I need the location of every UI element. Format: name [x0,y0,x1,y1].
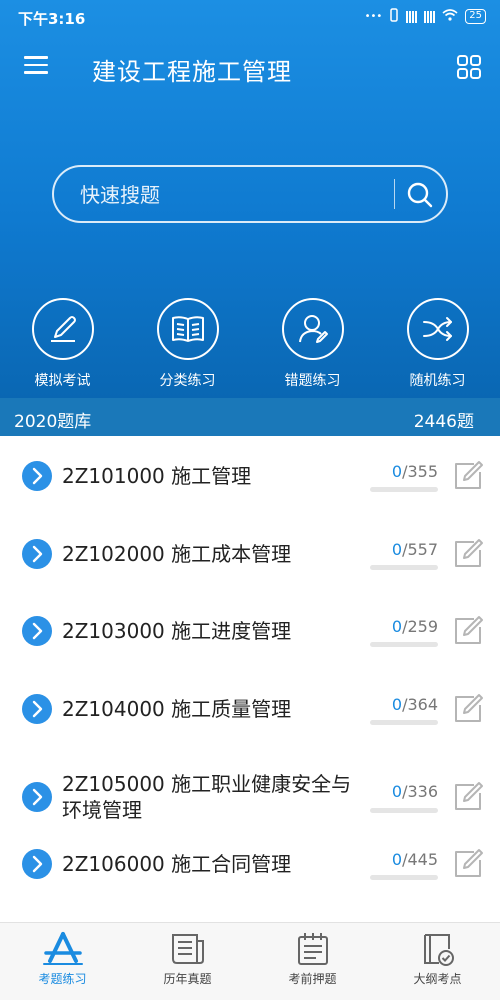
list-item[interactable]: 2Z104000 施工质量管理 0/364 [0,669,500,747]
progress-bar [370,564,438,570]
tab-label: 历年真题 [163,972,212,986]
status-time: 下午3:16 [18,10,86,28]
chapter-progress: 0/259 [370,617,438,636]
tab-label: 大纲考点 [413,972,462,986]
dots-icon: ••• [364,11,383,22]
menu-icon[interactable] [24,56,48,76]
quick-label: 分类练习 [159,373,216,389]
quick-label: 随机练习 [409,373,466,389]
total-count: /364 [402,694,438,714]
arrow-right-icon [22,693,52,724]
status-bar: 下午3:16 ••• 25 [0,0,500,36]
chapter-title: 2Z103000 施工进度管理 [62,619,292,643]
arrow-right-icon [22,616,52,646]
shuffle-icon [406,298,469,360]
edit-icon[interactable] [452,538,484,570]
chapter-progress: 0/364 [370,695,438,714]
chapter-title: 2Z101000 施工管理 [62,464,252,488]
tab-predicted-questions[interactable]: 考前押题 [250,923,375,1000]
vibrate-icon [389,8,399,25]
pencil-icon [31,298,94,360]
quick-wrong-practice[interactable]: 错题练习 [250,298,375,390]
done-count: 0 [391,617,403,636]
done-count: 0 [391,782,403,801]
outline-check-icon [423,934,454,966]
notepad-icon [297,933,328,965]
search-box [52,165,448,223]
question-bank-name: 2020题库 [14,412,92,432]
search-input[interactable] [80,182,370,208]
chapter-list: 2Z101000 施工管理 0/355 2Z102000 施工成本管理 0/55… [0,436,500,901]
progress-bar [370,719,438,725]
total-count: /336 [402,782,438,801]
quick-label: 错题练习 [284,373,341,389]
total-count: /355 [402,462,438,481]
total-count: /557 [402,539,438,559]
question-bank-count: 2446题 [413,412,474,432]
done-count: 0 [391,694,403,714]
chapter-progress: 0/557 [370,540,438,559]
quick-label: 模拟考试 [34,373,91,389]
grid-icon[interactable] [456,54,482,80]
done-count: 0 [391,462,403,481]
tab-outline-points[interactable]: 大纲考点 [375,923,500,1000]
list-item[interactable]: 2Z105000 施工职业健康安全与环境管理 0/336 [0,746,500,824]
signal-icon [406,10,418,23]
page-title: 建设工程施工管理 [92,58,292,86]
list-item[interactable]: 2Z103000 施工进度管理 0/259 [0,591,500,669]
user-edit-icon [281,298,344,360]
arrow-right-icon [22,848,52,879]
arrow-right-icon [22,461,52,491]
chapter-title: 2Z104000 施工质量管理 [62,696,292,721]
quick-mock-exam[interactable]: 模拟考试 [0,298,125,390]
search-icon[interactable] [406,181,434,209]
search-divider [394,179,395,209]
bottom-tab-bar: 考题练习 历年真题 考前押题 大纲考点 [0,922,500,1000]
app-store-icon [42,932,83,965]
signal-icon-2 [424,10,436,23]
list-item[interactable]: 2Z101000 施工管理 0/355 [0,436,500,514]
total-count: /259 [402,617,438,636]
progress-bar [370,808,438,813]
tab-exam-practice[interactable]: 考题练习 [0,923,125,1000]
quick-random-practice[interactable]: 随机练习 [375,298,500,390]
status-icons: ••• 25 [365,8,486,25]
tab-label: 考前押题 [288,972,337,986]
arrow-right-icon [22,782,52,812]
battery-icon: 25 [465,9,486,24]
edit-icon[interactable] [452,781,484,813]
quick-category-practice[interactable]: 分类练习 [125,298,250,390]
arrow-right-icon [22,538,52,569]
edit-icon[interactable] [452,615,484,647]
done-count: 0 [391,849,403,869]
chapter-progress: 0/445 [370,850,438,869]
tab-label: 考题练习 [38,972,87,986]
chapter-title: 2Z102000 施工成本管理 [62,541,292,566]
edit-icon[interactable] [452,460,484,492]
chapter-title: 2Z106000 施工合同管理 [62,851,292,876]
progress-bar [370,874,438,880]
header: 下午3:16 ••• 25 建设工程施工管理 快速搜题 模拟考试 分类练习 错题… [0,0,500,398]
edit-icon[interactable] [452,848,484,880]
list-item[interactable]: 2Z106000 施工合同管理 0/445 [0,824,500,902]
progress-bar [370,487,438,492]
book-icon [156,298,219,360]
chapter-progress: 0/336 [370,782,438,801]
chapter-progress: 0/355 [370,462,438,481]
done-count: 0 [391,539,403,559]
question-bank-bar: 2020题库 2446题 [0,398,500,436]
edit-icon[interactable] [452,693,484,725]
progress-bar [370,642,438,647]
chapter-title: 2Z105000 施工职业健康安全与环境管理 [62,772,352,822]
list-item[interactable]: 2Z102000 施工成本管理 0/557 [0,514,500,592]
tab-past-papers[interactable]: 历年真题 [125,923,250,1000]
wifi-icon [442,9,458,24]
total-count: /445 [402,849,438,869]
newspaper-icon [171,934,204,964]
